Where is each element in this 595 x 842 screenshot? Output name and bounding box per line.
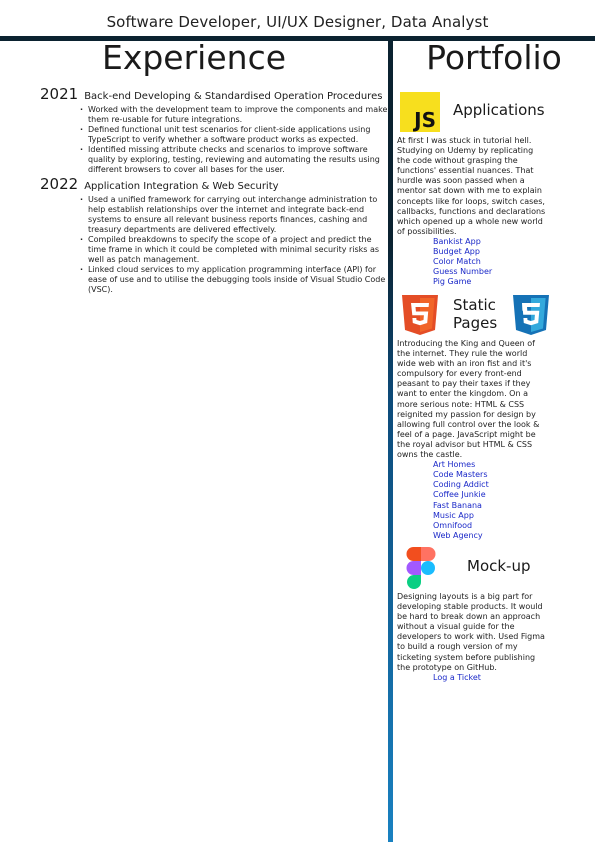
applications-title: Applications [453, 101, 545, 119]
entry-bullets: Worked with the development team to impr… [40, 105, 390, 175]
entry-year: 2022 [40, 175, 79, 193]
figma-icon [406, 547, 436, 593]
entry-role: Application Integration & Web Security [84, 181, 279, 192]
mockup-section: Designing layouts is a big part for deve… [397, 592, 547, 683]
entry-year: 2021 [40, 85, 79, 103]
project-link[interactable]: Color Match [433, 257, 547, 267]
project-link[interactable]: Log a Ticket [433, 673, 547, 683]
static-pages-links: Art Homes Code Masters Coding Addict Cof… [433, 460, 547, 541]
project-link[interactable]: Music App [433, 511, 547, 521]
project-link[interactable]: Budget App [433, 247, 547, 257]
project-link[interactable]: Fast Banana [433, 501, 547, 511]
experience-entry: 2021 Back-end Developing & Standardised … [40, 85, 390, 175]
static-pages-title-line1: Static [453, 296, 496, 314]
static-pages-description: Introducing the King and Queen of the in… [397, 339, 540, 460]
bullet-item: Worked with the development team to impr… [80, 105, 390, 125]
bullet-item: Used a unified framework for carrying ou… [80, 195, 390, 235]
header-subtitle: Software Developer, UI/UX Designer, Data… [106, 13, 489, 31]
static-pages-section: Introducing the King and Queen of the in… [397, 339, 547, 541]
portfolio-heading: Portfolio [426, 38, 562, 77]
entry-role: Back-end Developing & Standardised Opera… [84, 91, 383, 102]
css3-icon [513, 295, 549, 339]
project-link[interactable]: Omnifood [433, 521, 547, 531]
javascript-icon: JS [400, 92, 440, 132]
project-link[interactable]: Art Homes [433, 460, 547, 470]
applications-links: Bankist App Budget App Color Match Guess… [433, 237, 547, 287]
entry-bullets: Used a unified framework for carrying ou… [40, 195, 390, 295]
bullet-item: Identified missing attribute checks and … [80, 145, 390, 175]
mockup-title: Mock-up [467, 557, 531, 575]
project-link[interactable]: Bankist App [433, 237, 547, 247]
project-link[interactable]: Coding Addict [433, 480, 547, 490]
bullet-item: Defined functional unit test scenarios f… [80, 125, 390, 145]
applications-description: At first I was stuck in tutorial hell. S… [397, 136, 546, 236]
static-pages-title-line2: Pages [453, 314, 498, 332]
project-link[interactable]: Code Masters [433, 470, 547, 480]
project-link[interactable]: Coffee Junkie [433, 490, 547, 500]
bullet-item: Linked cloud services to my application … [80, 265, 390, 295]
bullet-item: Compiled breakdowns to specify the scope… [80, 235, 390, 265]
mockup-description: Designing layouts is a big part for deve… [397, 592, 545, 672]
html5-icon [402, 295, 438, 339]
project-link[interactable]: Web Agency [433, 531, 547, 541]
mockup-links: Log a Ticket [433, 673, 547, 683]
experience-entry: 2022 Application Integration & Web Secur… [40, 175, 390, 295]
applications-section: At first I was stuck in tutorial hell. S… [397, 136, 547, 287]
experience-heading: Experience [101, 38, 287, 77]
project-link[interactable]: Guess Number [433, 267, 547, 277]
project-link[interactable]: Pig Game [433, 277, 547, 287]
